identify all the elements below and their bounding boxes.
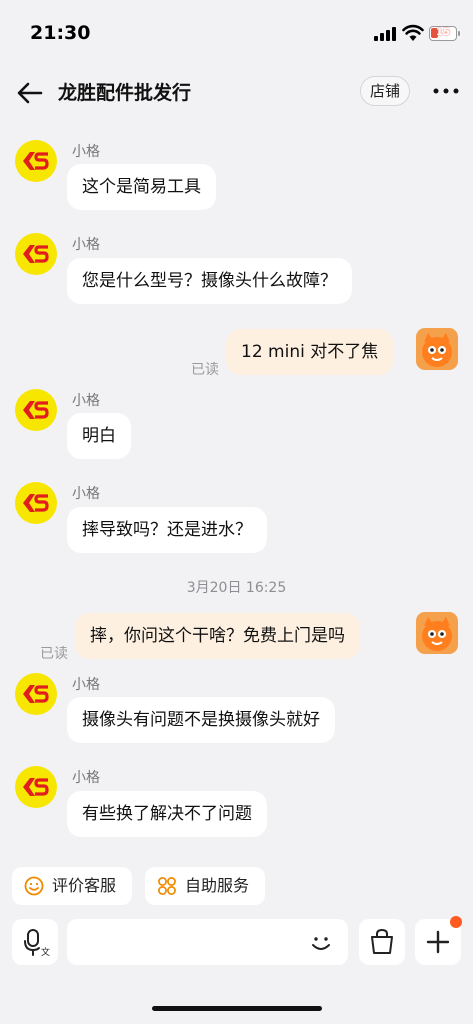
sender-name: 小格 bbox=[72, 237, 100, 253]
grid-icon bbox=[157, 876, 177, 896]
sender-name: 小格 bbox=[72, 144, 100, 160]
store-avatar[interactable] bbox=[15, 389, 57, 431]
smile-icon bbox=[24, 876, 44, 896]
battery-icon: 15 bbox=[429, 26, 457, 41]
more-functions-button[interactable] bbox=[415, 916, 462, 965]
incoming-message[interactable]: 这个是简易工具 bbox=[67, 164, 216, 210]
status-bar: 21:30 15 bbox=[0, 0, 473, 60]
shop-button[interactable]: 店铺 bbox=[360, 76, 410, 106]
store-avatar[interactable] bbox=[15, 673, 57, 715]
voice-input-button[interactable]: 文 bbox=[12, 919, 58, 965]
emoji-icon[interactable] bbox=[306, 928, 336, 958]
read-receipt: 已读 bbox=[40, 646, 68, 662]
battery-level: 15 bbox=[436, 27, 450, 38]
chat-title: 龙胜配件批发行 bbox=[58, 82, 192, 104]
incoming-message[interactable]: 摔导致吗？还是进水？ bbox=[67, 507, 267, 553]
chat-header: 龙胜配件批发行 店铺 bbox=[0, 62, 473, 122]
sender-name: 小格 bbox=[72, 770, 100, 786]
rate-service-label: 评价客服 bbox=[52, 876, 117, 895]
shopping-bag-button[interactable] bbox=[359, 919, 405, 965]
microphone-icon: 文 bbox=[24, 929, 50, 958]
cellular-signal-icon bbox=[374, 27, 398, 41]
self-service-label: 自助服务 bbox=[185, 876, 250, 895]
sender-name: 小格 bbox=[72, 677, 100, 693]
wifi-icon bbox=[402, 24, 424, 42]
outgoing-message[interactable]: 12 mini 对不了焦 bbox=[226, 329, 394, 375]
back-arrow-icon[interactable] bbox=[16, 80, 44, 106]
rate-service-button[interactable]: 评价客服 bbox=[12, 867, 132, 905]
user-avatar[interactable] bbox=[416, 612, 458, 654]
incoming-message[interactable]: 明白 bbox=[67, 413, 131, 459]
store-avatar[interactable] bbox=[15, 233, 57, 275]
notification-dot bbox=[450, 916, 462, 928]
sender-name: 小格 bbox=[72, 393, 100, 409]
incoming-message[interactable]: 您是什么型号？摄像头什么故障？ bbox=[67, 258, 352, 304]
store-avatar[interactable] bbox=[15, 140, 57, 182]
read-receipt: 已读 bbox=[191, 362, 219, 378]
user-avatar[interactable] bbox=[416, 328, 458, 370]
sender-name: 小格 bbox=[72, 486, 100, 502]
shopping-bag-icon bbox=[371, 928, 393, 954]
incoming-message[interactable]: 摄像头有问题不是换摄像头就好 bbox=[67, 697, 335, 743]
home-indicator bbox=[152, 1006, 322, 1011]
store-avatar[interactable] bbox=[15, 482, 57, 524]
store-avatar[interactable] bbox=[15, 766, 57, 808]
more-options-icon[interactable] bbox=[430, 78, 462, 104]
incoming-message[interactable]: 有些换了解决不了问题 bbox=[67, 791, 267, 837]
status-time: 21:30 bbox=[30, 22, 91, 44]
self-service-button[interactable]: 自助服务 bbox=[145, 867, 265, 905]
svg-text:文: 文 bbox=[41, 946, 50, 958]
timestamp: 3月20日 16:25 bbox=[186, 580, 287, 596]
outgoing-message[interactable]: 摔，你问这个干啥？免费上门是吗 bbox=[75, 613, 360, 659]
